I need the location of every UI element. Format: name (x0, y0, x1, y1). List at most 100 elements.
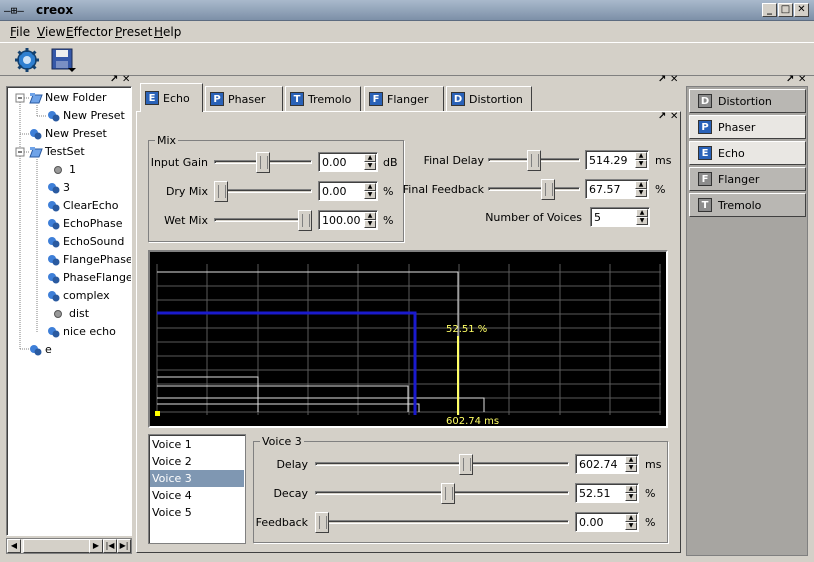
effect-icon (53, 164, 67, 176)
scroll-next-button[interactable]: ▶| (117, 539, 131, 553)
voice-decay-field[interactable]: 52.51 ▲ ▼ (575, 483, 639, 503)
voice-list-item[interactable]: Voice 5 (150, 504, 244, 521)
slider-handle[interactable] (298, 210, 312, 231)
slider-handle[interactable] (214, 181, 228, 202)
menu-effector[interactable]: Effector (66, 25, 113, 39)
menu-help[interactable]: Help (154, 25, 181, 39)
minimize-button[interactable]: _ (762, 3, 777, 17)
input-gain-slider[interactable] (214, 152, 312, 173)
slider-handle[interactable] (315, 512, 329, 533)
close-button[interactable]: ✕ (794, 3, 809, 17)
voice-feedback-field[interactable]: 0.00 ▲ ▼ (575, 512, 639, 532)
left-dock-close-button[interactable]: ✕ (122, 74, 130, 85)
tree-item-dist[interactable]: dist (53, 307, 89, 320)
voice-group-title: Voice 3 (260, 435, 304, 448)
voice-list-item[interactable]: Voice 4 (150, 487, 244, 504)
tab-tremolo[interactable]: T Tremolo (285, 86, 361, 111)
scroll-thumb[interactable] (23, 539, 95, 553)
scroll-prev-button[interactable]: |◀ (103, 539, 117, 553)
input-gain-unit: dB (383, 156, 398, 169)
voice-decay-slider[interactable] (315, 483, 569, 504)
tree-item-new-preset-2[interactable]: New Preset (29, 127, 107, 140)
app-icon: —⊞— (4, 4, 24, 17)
effect-icon (53, 308, 67, 320)
tree-item-nice-echo[interactable]: nice echo (47, 325, 116, 338)
final-delay-slider[interactable] (488, 150, 580, 171)
dry-mix-label: Dry Mix (165, 185, 208, 198)
final-feedback-field[interactable]: 67.57 ▲ ▼ (585, 179, 649, 199)
tree-item-new-preset[interactable]: New Preset (47, 109, 125, 122)
panel-close-button[interactable]: ✕ (670, 111, 678, 122)
toolbar (0, 42, 814, 76)
final-delay-field[interactable]: 514.29 ▲ ▼ (585, 150, 649, 170)
menu-preset[interactable]: Preset (115, 25, 152, 39)
slider-handle[interactable] (459, 454, 473, 475)
wet-mix-field[interactable]: 100.00 ▲ ▼ (318, 210, 378, 230)
scroll-left-button[interactable]: ◀ (7, 539, 21, 553)
final-delay-unit: ms (655, 154, 672, 167)
input-gain-field[interactable]: 0.00 ▲ ▼ (318, 152, 378, 172)
gear-icon[interactable] (14, 47, 42, 73)
tree-item-phaseflange[interactable]: PhaseFlange (47, 271, 131, 284)
center-dock-float-button[interactable]: ↗ (658, 74, 666, 85)
slider-handle[interactable] (256, 152, 270, 173)
right-dock-float-button[interactable]: ↗ (786, 74, 794, 85)
tab-flanger[interactable]: F Flanger (364, 86, 444, 111)
tree-item-new-folder[interactable]: New Folder (29, 91, 106, 104)
panel-float-button[interactable]: ↗ (658, 111, 666, 122)
tree-item-echosound[interactable]: EchoSound (47, 235, 124, 248)
save-icon[interactable] (50, 47, 78, 73)
maximize-button[interactable]: □ (778, 3, 793, 17)
dry-mix-slider[interactable] (214, 181, 312, 202)
tab-phaser[interactable]: P Phaser (205, 86, 283, 111)
effect-chain-item-distortion[interactable]: D Distortion (689, 89, 806, 113)
voice-list-item-selected[interactable]: Voice 3 (150, 470, 244, 487)
tab-echo[interactable]: E Echo (140, 83, 203, 112)
tree-item-3[interactable]: 3 (47, 181, 70, 194)
tree-item-e[interactable]: e (29, 343, 52, 356)
effect-chain-item-echo[interactable]: E Echo (689, 141, 806, 165)
slider-handle[interactable] (527, 150, 541, 171)
preset-icon (47, 326, 61, 338)
main-window: —⊞— creox _ □ ✕ File View Effector Prese… (0, 0, 814, 562)
menu-file[interactable]: File (10, 25, 30, 39)
title-bar[interactable]: —⊞— creox _ □ ✕ (0, 0, 814, 21)
dry-mix-field[interactable]: 0.00 ▲ ▼ (318, 181, 378, 201)
tree-item-echophase[interactable]: EchoPhase (47, 217, 123, 230)
center-dock-close-button[interactable]: ✕ (670, 74, 678, 85)
tree-item-flangephase[interactable]: FlangePhase (47, 253, 131, 266)
distortion-icon: D (451, 92, 465, 106)
voice-decay-unit: % (645, 487, 656, 500)
left-dock-float-button[interactable]: ↗ (110, 74, 118, 85)
voice-feedback-slider[interactable] (315, 512, 569, 533)
wet-mix-unit: % (383, 214, 394, 227)
preset-icon (47, 272, 61, 284)
tree-item-clearecho[interactable]: ClearEcho (47, 199, 118, 212)
menu-view[interactable]: View (37, 25, 65, 39)
tree-item-testset[interactable]: TestSet (29, 145, 85, 158)
final-feedback-slider[interactable] (488, 179, 580, 200)
effect-chain-item-phaser[interactable]: P Phaser (689, 115, 806, 139)
effect-chain-item-tremolo[interactable]: T Tremolo (689, 193, 806, 217)
mix-group-title: Mix (155, 134, 179, 147)
voice-list-item[interactable]: Voice 2 (150, 453, 244, 470)
voice-delay-slider[interactable] (315, 454, 569, 475)
slider-handle[interactable] (441, 483, 455, 504)
voice-delay-label: Delay (276, 458, 308, 471)
slider-handle[interactable] (541, 179, 555, 200)
preset-tree: New Folder New Preset New Preset TestSet… (6, 86, 132, 536)
tab-distortion[interactable]: D Distortion (446, 86, 532, 111)
scroll-right-button[interactable]: ▶ (89, 539, 103, 553)
effect-chain-item-flanger[interactable]: F Flanger (689, 167, 806, 191)
number-of-voices-field[interactable]: 5 ▲ ▼ (590, 207, 650, 227)
effect-chain-dock: D Distortion P Phaser E Echo F Flanger T Trem… (686, 86, 808, 556)
wet-mix-slider[interactable] (214, 210, 312, 231)
right-dock-close-button[interactable]: ✕ (798, 74, 806, 85)
voice-list-item[interactable]: Voice 1 (150, 436, 244, 453)
preset-icon (47, 182, 61, 194)
tree-item-1[interactable]: 1 (53, 163, 76, 176)
tree-item-complex[interactable]: complex (47, 289, 110, 302)
echo-graph-canvas: 52.51 % 602.74 ms (155, 264, 661, 426)
voice-delay-field[interactable]: 602.74 ▲ ▼ (575, 454, 639, 474)
tree-horizontal-scrollbar[interactable]: ◀ ▶ |◀ ▶| (6, 538, 132, 554)
